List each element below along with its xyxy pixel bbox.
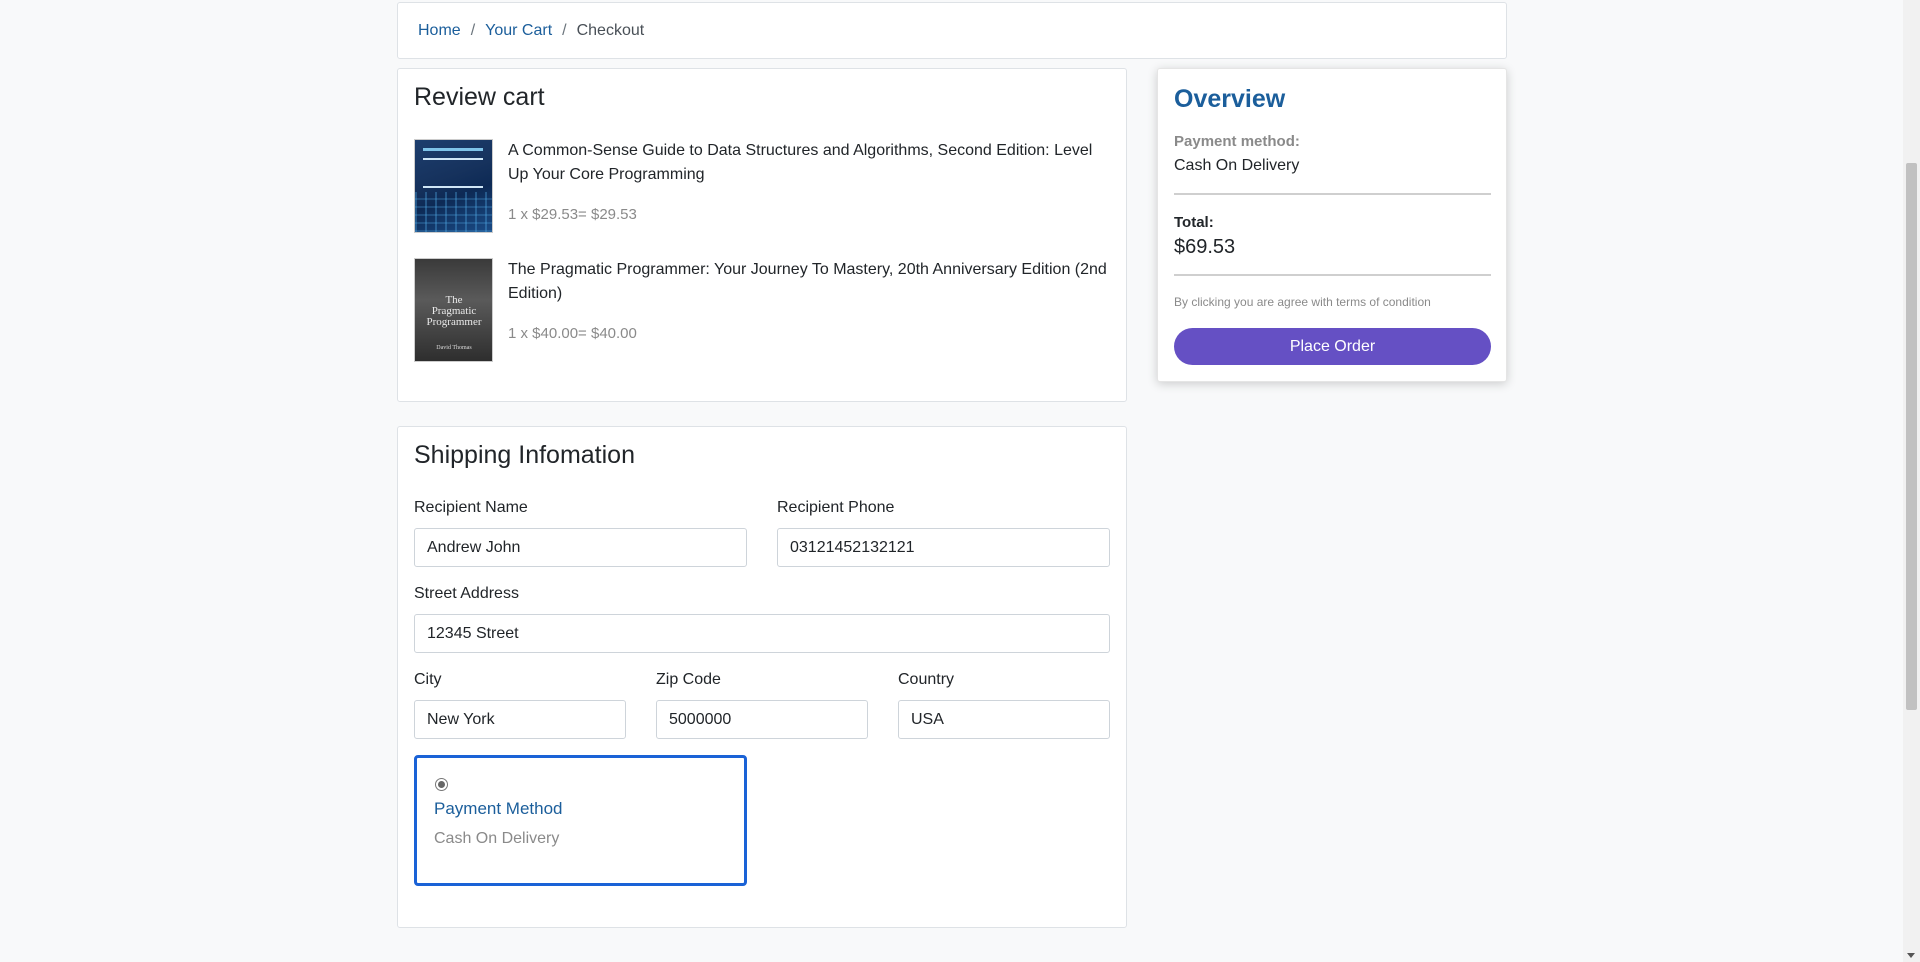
- divider: [1174, 193, 1491, 195]
- cart-item-title[interactable]: The Pragmatic Programmer: Your Journey T…: [508, 258, 1108, 306]
- payment-method-label: Payment method:: [1174, 133, 1300, 150]
- review-cart-title: Review cart: [414, 83, 545, 111]
- breadcrumb: Home / Your Cart / Checkout: [397, 2, 1507, 59]
- cart-item-title[interactable]: A Common-Sense Guide to Data Structures …: [508, 139, 1108, 187]
- recipient-name-label: Recipient Name: [414, 499, 528, 516]
- recipient-phone-label: Recipient Phone: [777, 499, 895, 516]
- book-cover-icon[interactable]: [414, 139, 493, 233]
- breadcrumb-separator: /: [562, 21, 567, 39]
- zip-code-input[interactable]: [656, 700, 868, 739]
- breadcrumb-cart-link[interactable]: Your Cart: [485, 22, 552, 40]
- street-address-input[interactable]: [414, 614, 1110, 653]
- payment-method-value: Cash On Delivery: [434, 830, 560, 847]
- zip-code-label: Zip Code: [656, 671, 721, 688]
- overview-title: Overview: [1174, 85, 1286, 113]
- payment-method-summary: Cash On Delivery: [1174, 157, 1300, 174]
- country-input[interactable]: [898, 700, 1110, 739]
- total-amount: $69.53: [1174, 236, 1236, 258]
- payment-method-option[interactable]: Payment Method Cash On Delivery: [414, 755, 747, 886]
- payment-radio[interactable]: [435, 778, 448, 791]
- book-cover-icon[interactable]: The Pragmatic Programmer David Thomas: [414, 258, 493, 362]
- cart-item: The Pragmatic Programmer David Thomas The …: [414, 258, 1114, 364]
- cart-item-price: 1 x $40.00= $40.00: [508, 325, 637, 342]
- breadcrumb-home-link[interactable]: Home: [418, 22, 461, 40]
- order-overview-card: Overview Payment method: Cash On Deliver…: [1157, 68, 1507, 382]
- cart-item-price: 1 x $29.53= $29.53: [508, 206, 637, 223]
- terms-text: By clicking you are agree with terms of …: [1174, 295, 1431, 309]
- page-scrollbar[interactable]: [1903, 0, 1920, 962]
- breadcrumb-separator: /: [470, 21, 476, 39]
- shipping-info-card: Shipping Infomation Recipient Name Recip…: [397, 426, 1127, 928]
- country-label: Country: [898, 671, 955, 688]
- cart-item: A Common-Sense Guide to Data Structures …: [414, 139, 1114, 235]
- city-label: City: [414, 671, 442, 688]
- payment-method-title: Payment Method: [434, 799, 563, 818]
- review-cart-card: Review cart A Common-Sense Guide to Data…: [397, 68, 1127, 402]
- scrollbar-thumb[interactable]: [1906, 163, 1917, 710]
- total-label: Total:: [1174, 214, 1214, 231]
- scroll-down-arrow-icon[interactable]: [1907, 953, 1915, 958]
- recipient-name-input[interactable]: [414, 528, 747, 567]
- city-input[interactable]: [414, 700, 626, 739]
- shipping-info-title: Shipping Infomation: [414, 441, 635, 469]
- recipient-phone-input[interactable]: [777, 528, 1110, 567]
- place-order-button[interactable]: Place Order: [1174, 328, 1491, 365]
- breadcrumb-current: Checkout: [576, 21, 645, 39]
- divider: [1174, 274, 1491, 276]
- street-address-label: Street Address: [414, 585, 519, 602]
